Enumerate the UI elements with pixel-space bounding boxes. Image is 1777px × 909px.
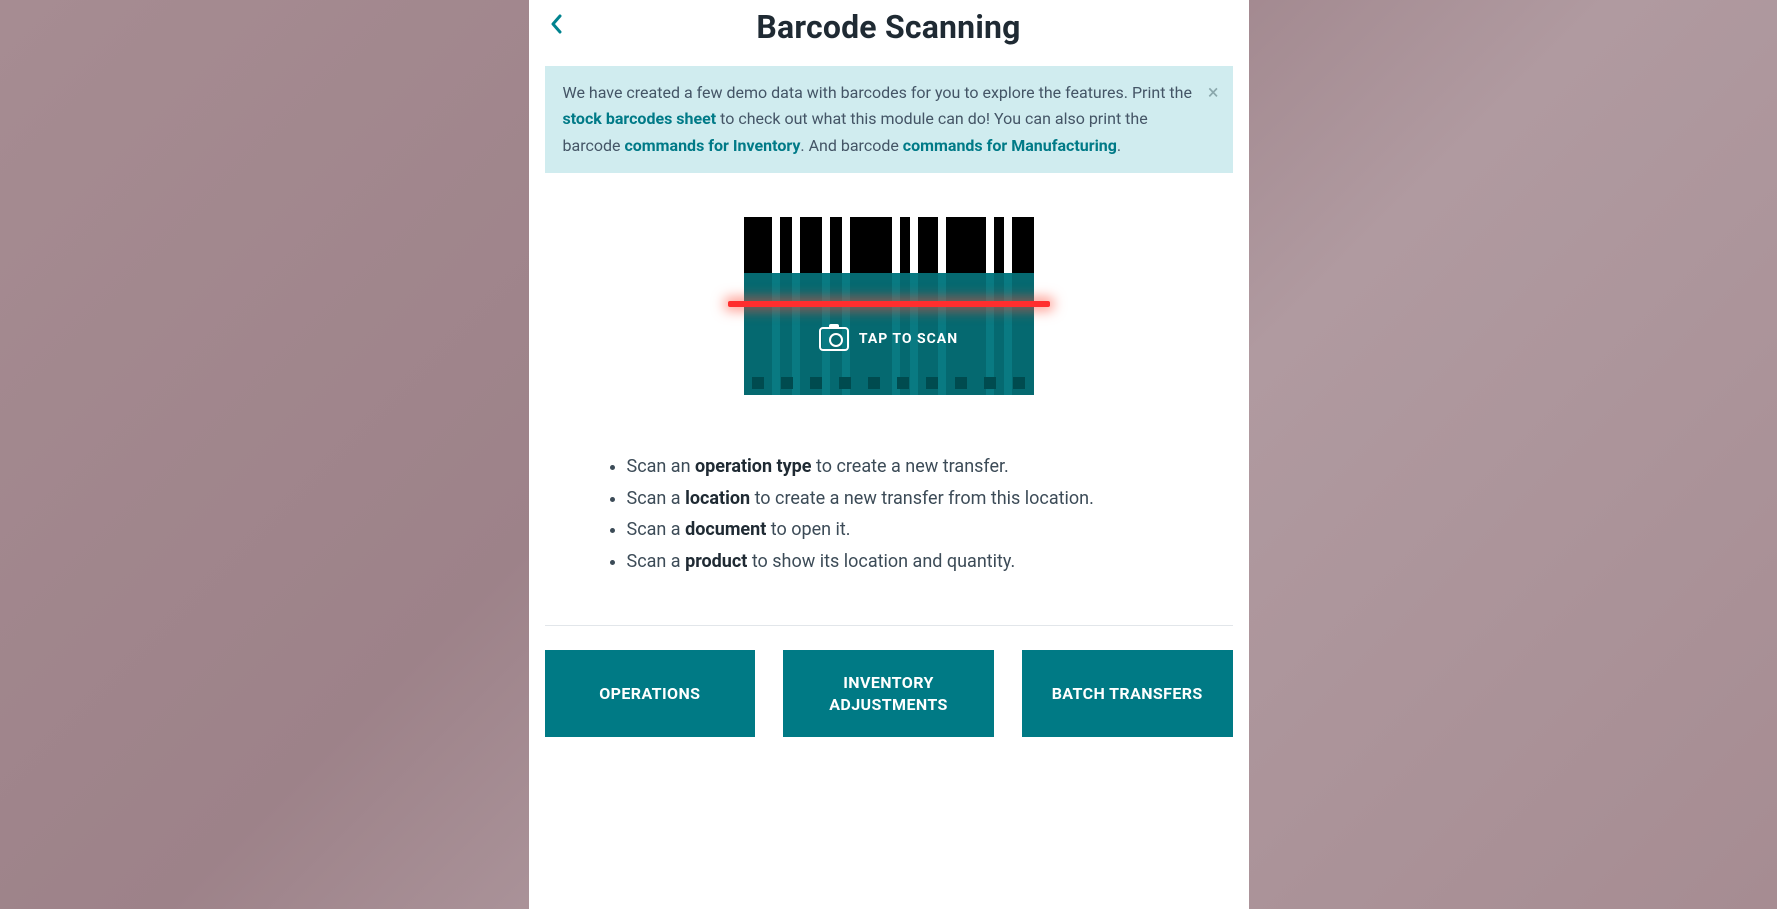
action-button-row: OPERATIONS INVENTORY ADJUSTMENTS BATCH T…: [545, 650, 1233, 737]
hint-item: Scan a document to open it.: [627, 514, 1233, 546]
info-alert: We have created a few demo data with bar…: [545, 66, 1233, 173]
camera-icon: [819, 327, 849, 351]
tap-to-scan-button[interactable]: TAP TO SCAN: [744, 217, 1034, 395]
tap-to-scan-label-row: TAP TO SCAN: [744, 327, 1034, 351]
link-stock-barcodes-sheet[interactable]: stock barcodes sheet: [563, 109, 717, 128]
barcode-page: Barcode Scanning We have created a few d…: [529, 0, 1249, 909]
hint-item: Scan an operation type to create a new t…: [627, 451, 1233, 483]
scan-laser-line: [728, 301, 1050, 307]
inventory-adjustments-button[interactable]: INVENTORY ADJUSTMENTS: [783, 650, 994, 737]
link-commands-inventory[interactable]: commands for Inventory: [624, 136, 800, 155]
hints-list: Scan an operation type to create a new t…: [611, 451, 1233, 577]
link-commands-manufacturing[interactable]: commands for Manufacturing: [903, 136, 1117, 155]
operations-button[interactable]: OPERATIONS: [545, 650, 756, 737]
alert-close-button[interactable]: ×: [1208, 76, 1219, 109]
barcode-dots: [752, 377, 1026, 389]
alert-text-4: .: [1117, 136, 1121, 155]
hint-item: Scan a product to show its location and …: [627, 546, 1233, 578]
batch-transfers-button[interactable]: BATCH TRANSFERS: [1022, 650, 1233, 737]
scan-area: TAP TO SCAN: [545, 217, 1233, 395]
alert-text-1: We have created a few demo data with bar…: [563, 83, 1192, 102]
barcode-illustration-top: [744, 217, 1034, 277]
page-title: Barcode Scanning: [756, 8, 1020, 46]
hint-item: Scan a location to create a new transfer…: [627, 483, 1233, 515]
divider: [545, 625, 1233, 626]
back-button[interactable]: [549, 14, 563, 39]
alert-text-3: . And barcode: [800, 136, 902, 155]
chevron-left-icon: [549, 14, 563, 34]
page-header: Barcode Scanning: [545, 0, 1233, 58]
tap-to-scan-label: TAP TO SCAN: [859, 331, 958, 347]
